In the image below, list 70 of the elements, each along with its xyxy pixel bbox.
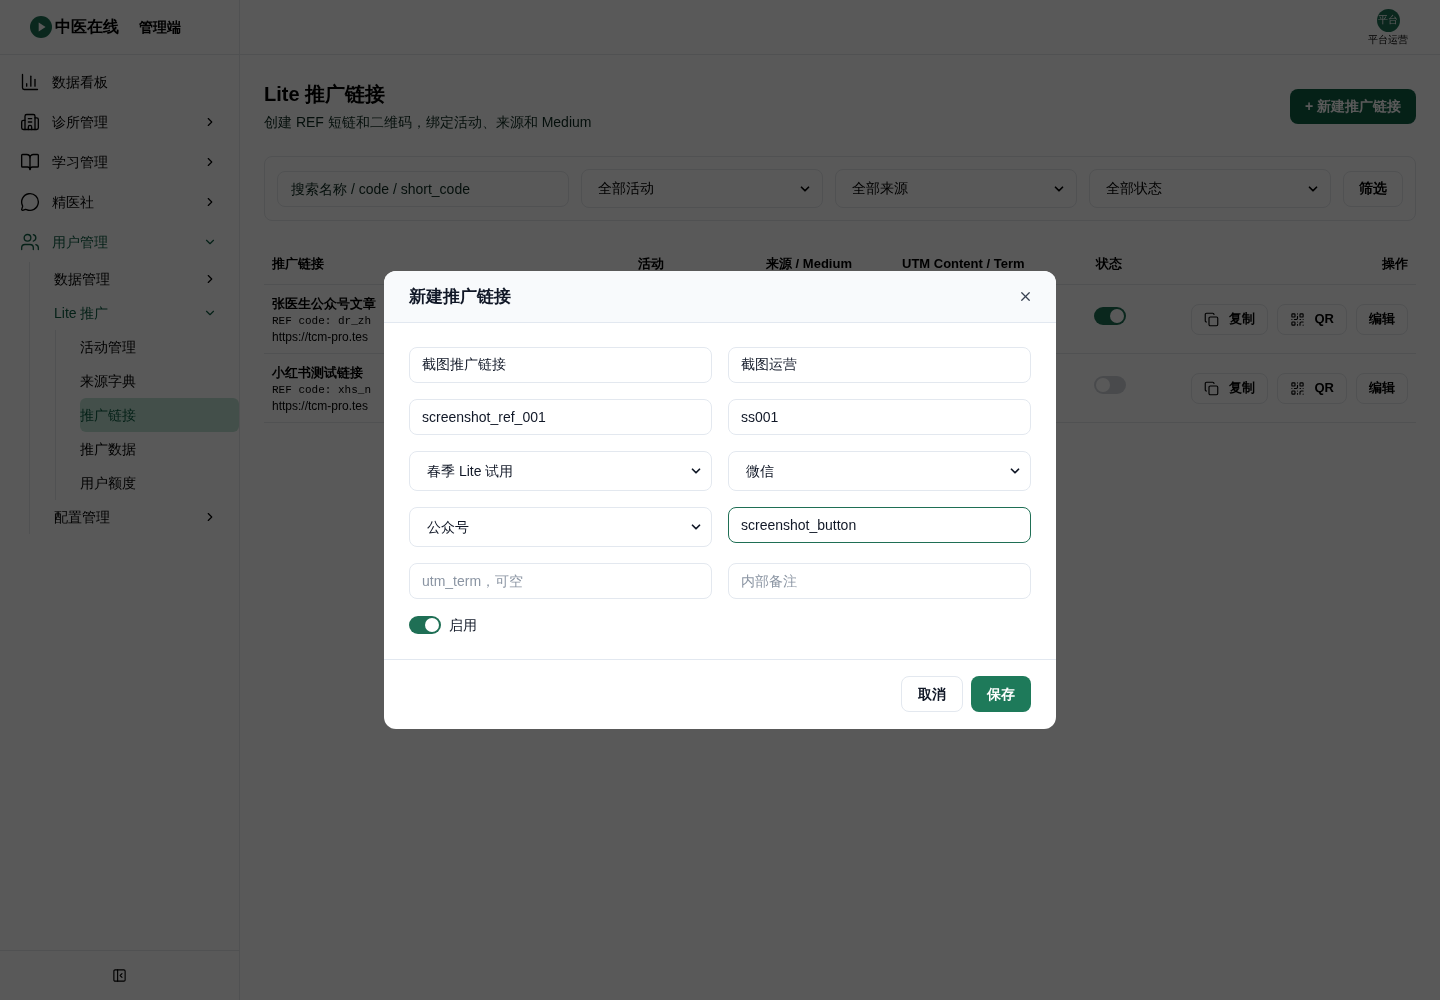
toggle-label: 启用 <box>449 616 477 634</box>
brand-name: 中医在线 <box>55 17 119 37</box>
dialog-title: 新建推广链接 <box>409 285 511 308</box>
link-title: 小红书测试链接 <box>272 364 363 382</box>
chat-bubble-icon <box>20 192 40 212</box>
link-url: https://tcm-pro.tes <box>272 398 369 414</box>
text-input[interactable]: screenshot_ref_001 <box>409 399 712 435</box>
sidebar-item[interactable]: 精医社 <box>0 182 239 222</box>
book-icon <box>20 152 40 172</box>
link-title: 张医生公众号文章 <box>272 295 376 313</box>
column-header: UTM Content / Term <box>902 256 1026 272</box>
link-url: https://tcm-pro.tes <box>272 329 369 345</box>
sidebar-item[interactable]: 用户管理 <box>0 222 239 262</box>
edit-button[interactable]: 编辑 <box>1356 372 1408 404</box>
ref-code: REF code: dr_zh <box>272 314 372 329</box>
qr-button[interactable]: QR <box>1276 372 1347 404</box>
filter-button[interactable]: 筛选 <box>1343 170 1403 207</box>
column-header: 操作 <box>1381 256 1408 272</box>
bar-chart-icon <box>20 72 40 92</box>
play-logo-icon <box>30 16 52 38</box>
column-header: 状态 <box>1096 256 1123 272</box>
text-input[interactable]: ss001 <box>728 399 1031 435</box>
column-header: 活动 <box>638 256 665 272</box>
sidebar-item[interactable]: 推广数据 <box>80 432 239 466</box>
sidebar-item[interactable]: 活动管理 <box>80 330 239 364</box>
sidebar-collapse-icon[interactable] <box>112 968 127 983</box>
copy-button[interactable]: 复制 <box>1190 372 1268 404</box>
user-name: 平台运营 <box>1368 33 1408 46</box>
search-field[interactable]: 搜索名称 / code / short_code <box>277 170 569 207</box>
column-header: 来源 / Medium <box>766 256 853 272</box>
sidebar-item[interactable]: 数据管理 <box>54 262 239 296</box>
page-title: Lite 推广链接 <box>264 82 387 107</box>
copy-icon <box>1203 311 1219 327</box>
text-input[interactable]: 内部备注 <box>728 563 1031 599</box>
sidebar-item[interactable]: 用户额度 <box>80 466 239 500</box>
page-subtitle: 创建 REF 短链和二维码，绑定活动、来源和 Medium <box>264 113 592 132</box>
sidebar-item[interactable]: 数据看板 <box>0 62 239 102</box>
text-input[interactable]: screenshot_button <box>728 507 1031 543</box>
copy-button[interactable]: 复制 <box>1190 303 1268 335</box>
enable-toggle[interactable] <box>409 616 441 634</box>
qr-code-icon <box>1289 311 1305 327</box>
dropdown[interactable]: 微信 <box>728 451 1031 491</box>
user-avatar[interactable]: 平台 <box>1376 8 1400 32</box>
text-input[interactable]: 截图推广链接 <box>409 347 712 383</box>
text-input[interactable]: utm_term，可空 <box>409 563 712 599</box>
column-header: 推广链接 <box>272 256 325 272</box>
sidebar-item[interactable]: 来源字典 <box>80 364 239 398</box>
save-button[interactable]: 保存 <box>971 676 1031 712</box>
qr-code-icon <box>1289 380 1305 396</box>
cancel-button[interactable]: 取消 <box>901 676 963 712</box>
qr-button[interactable]: QR <box>1276 303 1347 335</box>
filter-select[interactable]: 全部来源 <box>835 169 1077 208</box>
text-input[interactable]: 截图运营 <box>728 347 1031 383</box>
dropdown[interactable]: 公众号 <box>409 507 712 547</box>
edit-button[interactable]: 编辑 <box>1356 303 1408 335</box>
users-icon <box>20 232 40 252</box>
sidebar-item[interactable]: 推广链接 <box>80 398 239 432</box>
building-icon <box>20 112 40 132</box>
sidebar-item[interactable]: 配置管理 <box>54 500 239 534</box>
sidebar-item[interactable]: Lite 推广 <box>54 296 239 330</box>
sidebar-item[interactable]: 诊所管理 <box>0 102 239 142</box>
filter-select[interactable]: 全部活动 <box>581 169 823 208</box>
copy-icon <box>1203 380 1219 396</box>
app-label: 管理端 <box>139 17 181 37</box>
dropdown[interactable]: 春季 Lite 试用 <box>409 451 712 491</box>
sidebar-item[interactable]: 学习管理 <box>0 142 239 182</box>
ref-code: REF code: xhs_n <box>272 383 372 398</box>
new-link-button[interactable]: + 新建推广链接 <box>1289 89 1416 124</box>
filter-select[interactable]: 全部状态 <box>1089 169 1331 208</box>
status-toggle[interactable] <box>1094 306 1126 325</box>
